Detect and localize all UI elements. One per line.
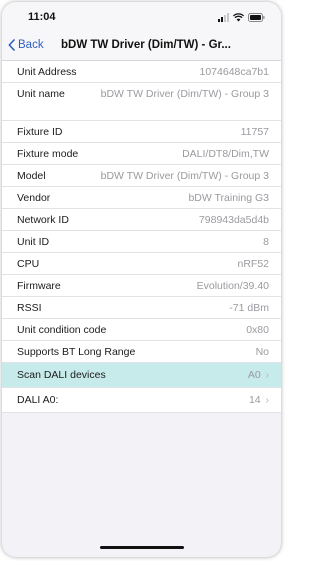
row-value: 11757 xyxy=(240,125,269,138)
row-fixture-id: Fixture ID 11757 xyxy=(2,121,281,143)
row-value: nRF52 xyxy=(237,257,269,270)
row-label: Scan DALI devices xyxy=(17,369,106,381)
row-label: Unit condition code xyxy=(17,323,107,336)
row-value: No xyxy=(255,345,269,358)
row-value: 1074648ca7b1 xyxy=(199,65,270,78)
row-value: 0x80 xyxy=(246,323,269,336)
cellular-signal-icon xyxy=(218,13,229,22)
row-value: Evolution/39.40 xyxy=(196,279,269,292)
navigation-bar: Back bDW TW Driver (Dim/TW) - Gr... xyxy=(2,32,281,61)
row-value: -71 dBm xyxy=(229,301,269,314)
phone-screen: 11:04 Back bDW TW Driver (Dim/TW) - Gr..… xyxy=(2,2,281,557)
row-network-id: Network ID 798943da5d4b xyxy=(2,209,281,231)
row-rssi: RSSI -71 dBm xyxy=(2,297,281,319)
row-model: Model bDW TW Driver (Dim/TW) - Group 3 xyxy=(2,165,281,187)
status-icons xyxy=(218,12,265,22)
chevron-left-icon xyxy=(8,39,15,51)
row-right: 14 › xyxy=(249,394,269,406)
row-cpu: CPU nRF52 xyxy=(2,253,281,275)
row-label: Vendor xyxy=(17,191,51,204)
page-title: bDW TW Driver (Dim/TW) - Gr... xyxy=(61,39,231,51)
row-unit-condition-code: Unit condition code 0x80 xyxy=(2,319,281,341)
row-fixture-mode: Fixture mode DALI/DT8/Dim,TW xyxy=(2,143,281,165)
row-value: bDW TW Driver (Dim/TW) - Group 3 xyxy=(100,88,269,100)
home-indicator[interactable] xyxy=(100,546,184,549)
row-label: Unit Address xyxy=(17,65,77,78)
row-label: Unit ID xyxy=(17,235,50,248)
row-label: Firmware xyxy=(17,279,61,292)
row-label: Network ID xyxy=(17,213,69,226)
scan-dali-devices-button[interactable]: Scan DALI devices A0 › xyxy=(2,363,281,388)
row-unit-name: Unit name bDW TW Driver (Dim/TW) - Group… xyxy=(2,83,281,121)
row-label: Model xyxy=(17,169,46,182)
chevron-right-icon: › xyxy=(265,369,269,381)
row-label: Fixture mode xyxy=(17,147,79,160)
row-value: A0 xyxy=(247,369,261,381)
dali-a0-row[interactable]: DALI A0: 14 › xyxy=(2,388,281,413)
row-value: 798943da5d4b xyxy=(198,213,269,226)
back-button-label: Back xyxy=(18,39,44,51)
row-value: bDW TW Driver (Dim/TW) - Group 3 xyxy=(100,169,269,182)
row-unit-address: Unit Address 1074648ca7b1 xyxy=(2,61,281,83)
status-time: 11:04 xyxy=(28,11,56,23)
row-supports-bt-long-range: Supports BT Long Range No xyxy=(2,341,281,363)
row-value: 14 xyxy=(248,394,261,406)
row-label: CPU xyxy=(17,257,40,270)
battery-icon xyxy=(248,13,265,22)
row-value: 8 xyxy=(263,235,269,248)
row-label: DALI A0: xyxy=(17,394,59,406)
row-value: bDW Training G3 xyxy=(188,191,269,204)
row-unit-id: Unit ID 8 xyxy=(2,231,281,253)
row-right: A0 › xyxy=(248,369,269,381)
status-bar: 11:04 xyxy=(2,2,281,32)
unit-info-list: Unit Address 1074648ca7b1 Unit name bDW … xyxy=(2,61,281,413)
row-value: DALI/DT8/Dim,TW xyxy=(182,147,269,160)
row-label: Fixture ID xyxy=(17,125,63,138)
row-label: Supports BT Long Range xyxy=(17,345,136,358)
row-label: Unit name xyxy=(17,88,65,100)
row-vendor: Vendor bDW Training G3 xyxy=(2,187,281,209)
wifi-icon xyxy=(233,13,244,22)
row-firmware: Firmware Evolution/39.40 xyxy=(2,275,281,297)
row-label: RSSI xyxy=(17,301,42,314)
chevron-right-icon: › xyxy=(265,394,269,406)
back-button[interactable]: Back xyxy=(8,39,44,51)
